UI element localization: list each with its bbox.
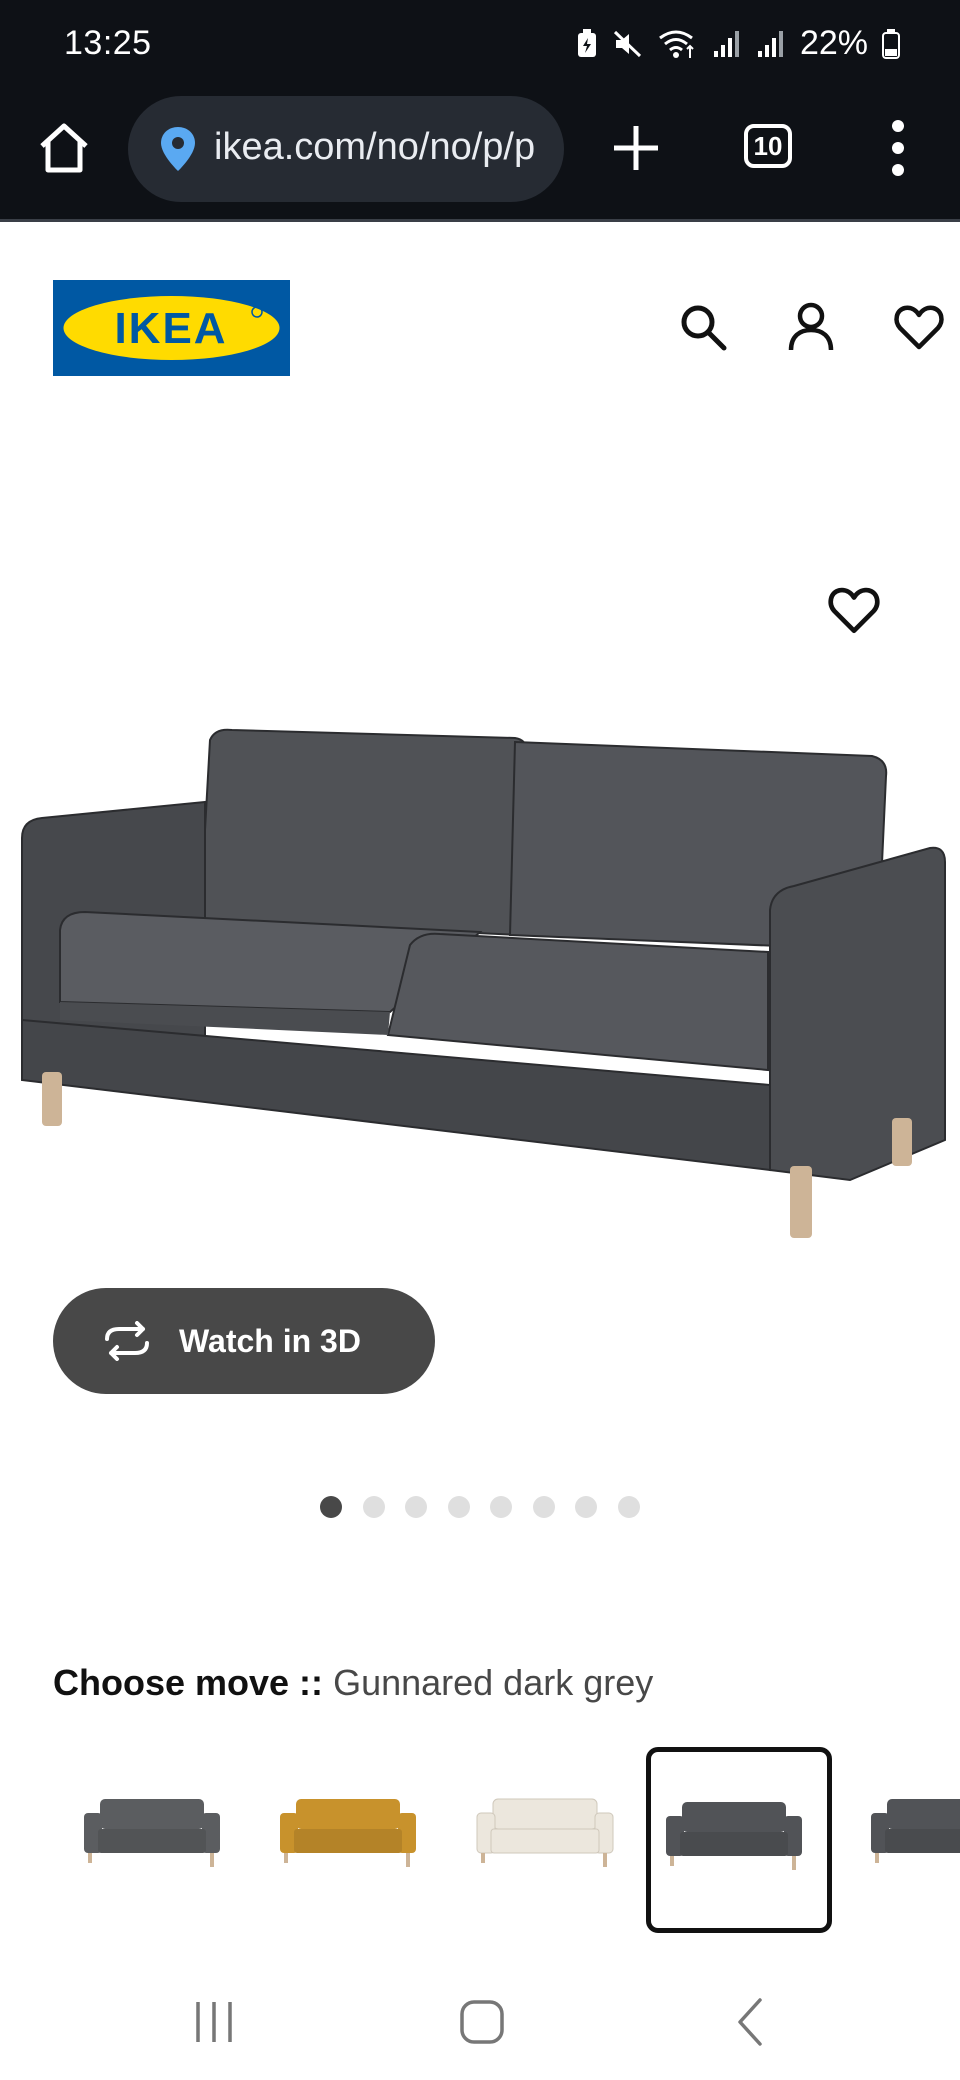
back-icon[interactable] bbox=[722, 1992, 782, 2052]
browser-toolbar: ikea.com/no/no/p/p 10 bbox=[0, 92, 960, 222]
choose-label: Choose move :: bbox=[53, 1662, 324, 1703]
variant-selector-label: Choose move :: Gunnared dark grey bbox=[53, 1662, 653, 1704]
sofa-thumbnail bbox=[84, 1799, 220, 1867]
search-icon[interactable] bbox=[676, 300, 730, 354]
address-bar[interactable]: ikea.com/no/no/p/p bbox=[128, 96, 564, 202]
recent-apps-icon[interactable] bbox=[184, 1992, 244, 2052]
location-pin-icon[interactable] bbox=[150, 121, 206, 177]
carousel-dot[interactable] bbox=[575, 1496, 597, 1518]
status-time: 13:25 bbox=[64, 24, 152, 62]
home-icon[interactable] bbox=[452, 1992, 512, 2052]
sofa-thumbnail bbox=[666, 1802, 802, 1870]
variant-thumbnail[interactable] bbox=[458, 1745, 644, 1931]
carousel-dot[interactable] bbox=[490, 1496, 512, 1518]
watch-in-3d-button[interactable]: Watch in 3D bbox=[53, 1288, 435, 1394]
wifi-icon bbox=[659, 30, 694, 58]
variant-thumbnails bbox=[0, 1745, 960, 1935]
variant-thumbnail[interactable] bbox=[65, 1745, 251, 1931]
carousel-dot[interactable] bbox=[363, 1496, 385, 1518]
carousel-dot[interactable] bbox=[405, 1496, 427, 1518]
url-text[interactable]: ikea.com/no/no/p/p bbox=[214, 126, 535, 169]
add-to-favourites-icon[interactable] bbox=[826, 582, 882, 638]
carousel-dot[interactable] bbox=[618, 1496, 640, 1518]
sofa-thumbnail bbox=[280, 1799, 416, 1867]
signal-icon bbox=[713, 30, 739, 57]
watch-in-3d-label: Watch in 3D bbox=[179, 1322, 361, 1359]
battery-percent: 22% bbox=[799, 24, 868, 62]
home-icon[interactable] bbox=[34, 118, 94, 178]
account-icon[interactable] bbox=[784, 300, 838, 354]
more-menu-icon[interactable] bbox=[878, 116, 918, 180]
signal-icon bbox=[757, 30, 783, 57]
tab-count-button[interactable]: 10 bbox=[744, 124, 792, 168]
variant-thumbnail-selected[interactable] bbox=[646, 1747, 832, 1933]
system-navigation-bar bbox=[0, 1960, 960, 2080]
variant-thumbnail[interactable] bbox=[261, 1745, 447, 1931]
variant-thumbnail[interactable] bbox=[852, 1745, 960, 1931]
rotate-3d-icon bbox=[105, 1321, 149, 1361]
image-carousel-dots bbox=[0, 1496, 960, 1520]
mute-icon bbox=[613, 30, 641, 57]
svg-text:IKEA: IKEA bbox=[114, 304, 227, 353]
sofa-thumbnail bbox=[476, 1798, 614, 1867]
selected-variant-name: Gunnared dark grey bbox=[333, 1662, 654, 1703]
sofa-thumbnail bbox=[871, 1799, 960, 1863]
ikea-logo[interactable]: IKEA bbox=[53, 280, 290, 376]
product-image[interactable] bbox=[10, 720, 950, 1240]
battery-icon bbox=[882, 28, 900, 59]
status-bar: 13:25 22% bbox=[0, 0, 960, 92]
new-tab-icon[interactable] bbox=[606, 118, 666, 178]
carousel-dot[interactable] bbox=[448, 1496, 470, 1518]
battery-saver-icon bbox=[577, 28, 596, 57]
status-icons: 22% bbox=[576, 24, 900, 63]
carousel-dot[interactable] bbox=[533, 1496, 555, 1518]
heart-icon[interactable] bbox=[892, 300, 946, 354]
carousel-dot[interactable] bbox=[320, 1496, 342, 1518]
